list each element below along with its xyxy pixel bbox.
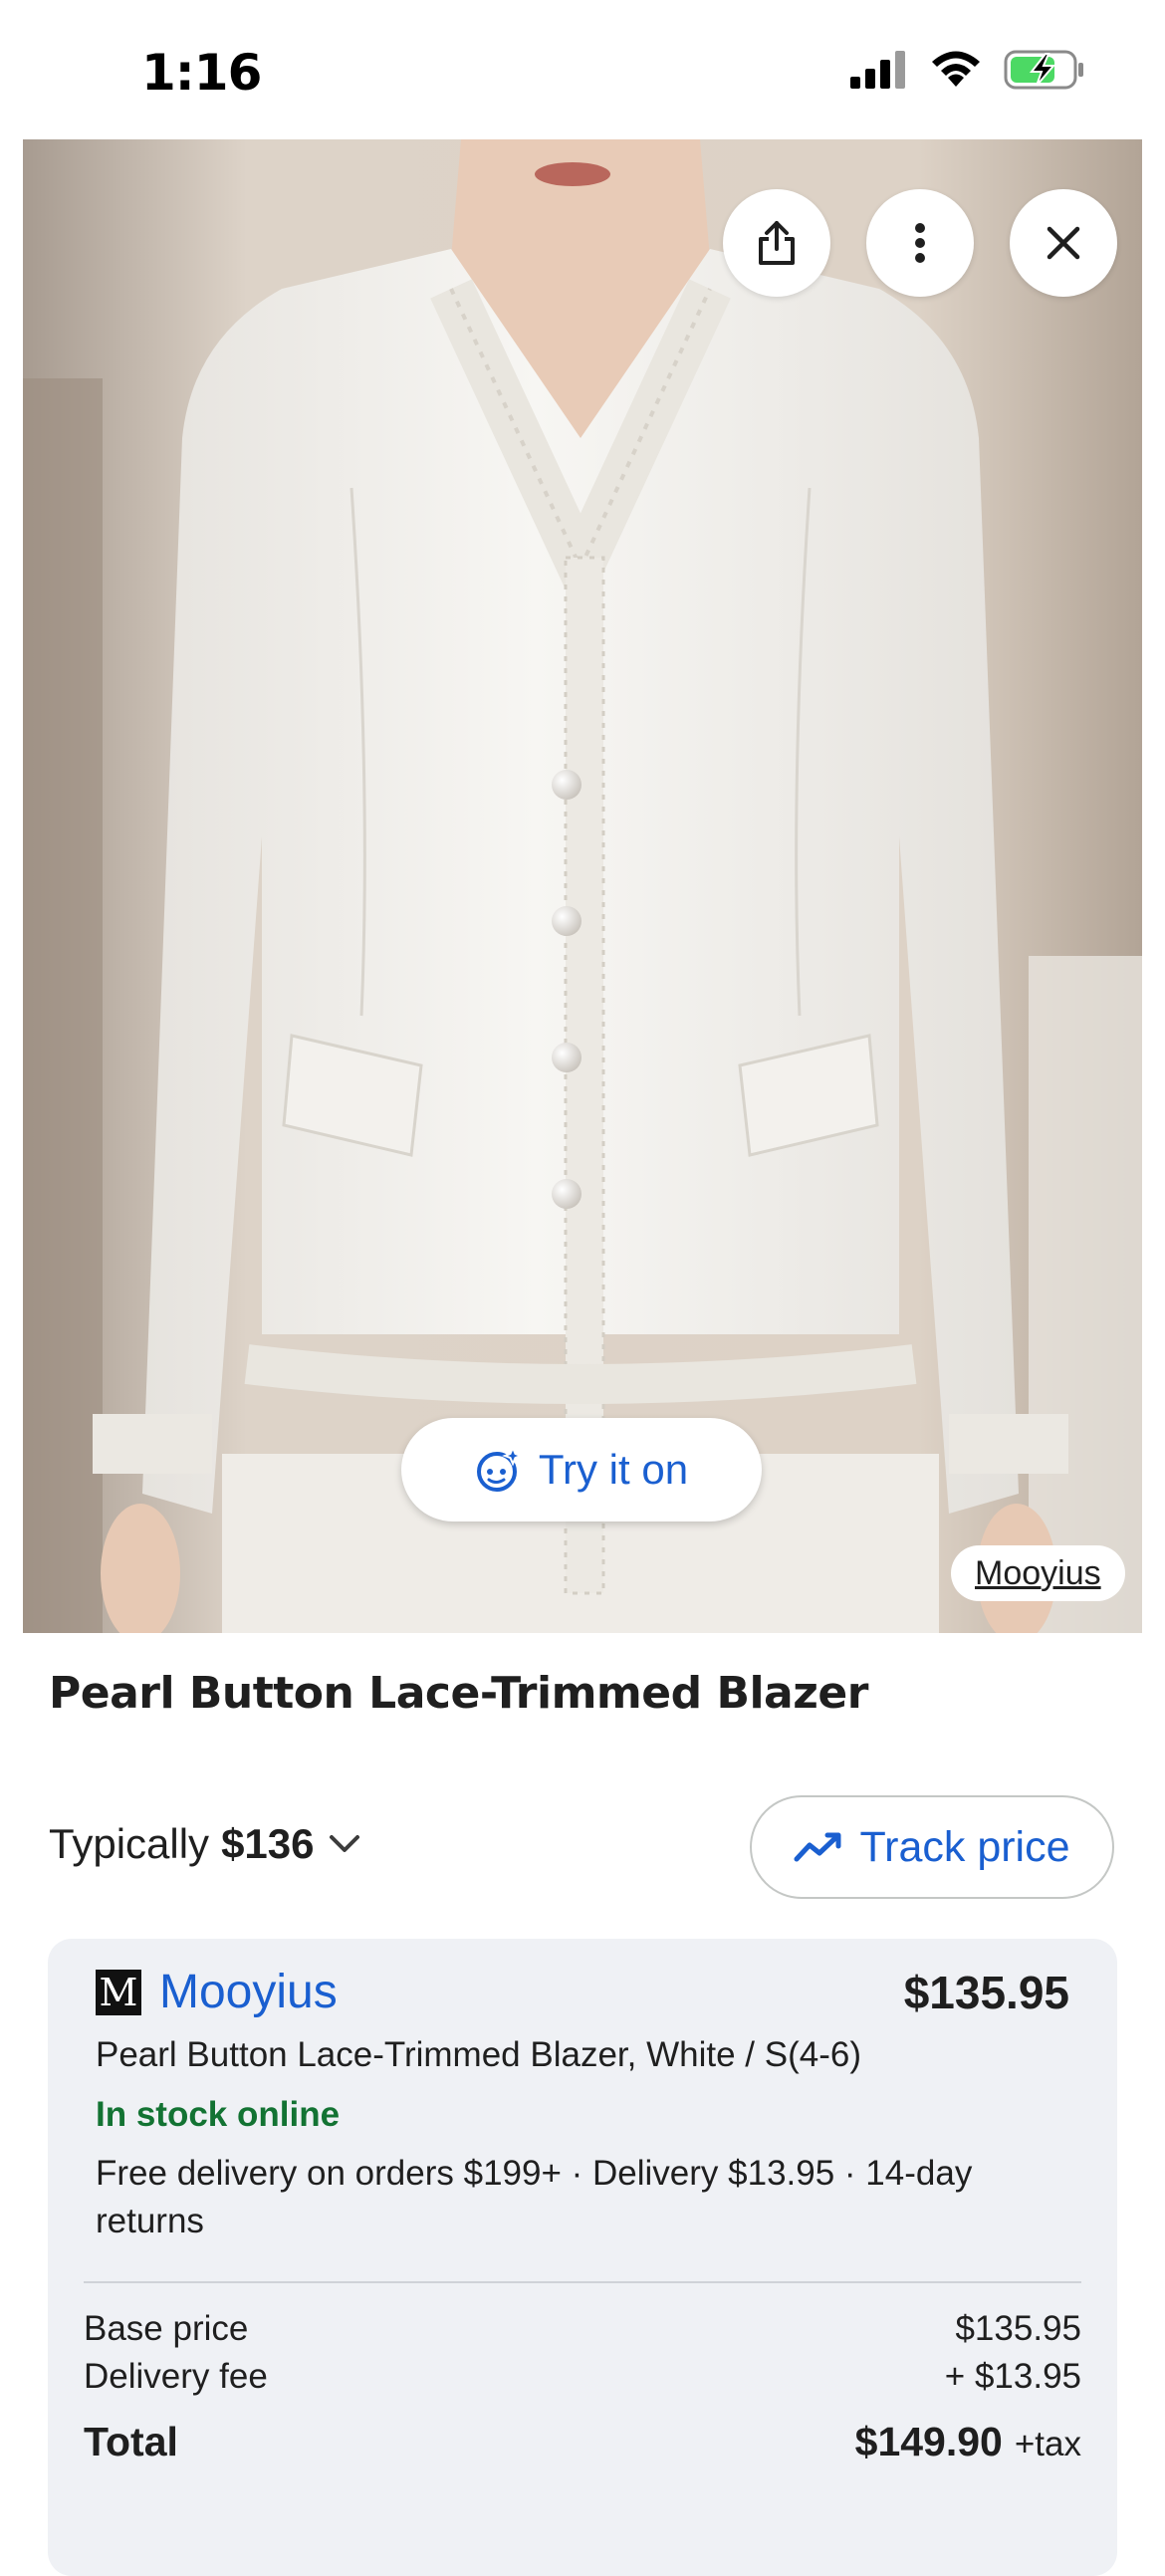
try-it-on-button[interactable]: Try it on xyxy=(401,1418,762,1522)
total-tax-suffix: +tax xyxy=(1014,2425,1081,2463)
trending-up-icon xyxy=(794,1832,841,1862)
close-button[interactable] xyxy=(1010,189,1117,297)
delivery-info: Free delivery on orders $199+ · Delivery… xyxy=(96,2154,973,2240)
more-vert-icon xyxy=(915,223,925,263)
typical-price-toggle[interactable]: Typically $136 xyxy=(49,1820,362,1868)
base-price-value: $135.95 xyxy=(955,2309,1081,2348)
battery-charging-icon xyxy=(1004,50,1083,90)
total-amount: $149.90 +tax xyxy=(855,2419,1081,2465)
try-on-sparkle-icon xyxy=(476,1446,523,1492)
share-button[interactable] xyxy=(723,189,830,297)
offer-card[interactable]: M Mooyius $135.95 Pearl Button Lace-Trim… xyxy=(48,1939,1117,2576)
base-price-label: Base price xyxy=(84,2309,249,2348)
product-title: Pearl Button Lace-Trimmed Blazer xyxy=(49,1668,868,1719)
base-price-row: Base price $135.95 xyxy=(84,2309,1081,2349)
delivery-fee-row: Delivery fee + $13.95 xyxy=(84,2357,1081,2397)
wifi-icon xyxy=(932,51,980,87)
product-photo xyxy=(23,139,1142,1633)
store-link[interactable]: M Mooyius xyxy=(96,1965,338,2019)
try-it-on-label: Try it on xyxy=(538,1446,689,1493)
status-bar: 1:16 xyxy=(0,0,1165,139)
store-name: Mooyius xyxy=(159,1966,338,2018)
status-icons xyxy=(850,50,1085,90)
chevron-down-icon xyxy=(329,1835,359,1852)
divider xyxy=(84,2281,1081,2283)
track-price-label: Track price xyxy=(859,1822,1070,1871)
image-source-link[interactable]: Mooyius xyxy=(951,1545,1125,1601)
total-label: Total xyxy=(84,2419,178,2464)
typically-label: Typically xyxy=(49,1820,210,1867)
variant-text: Pearl Button Lace-Trimmed Blazer, White … xyxy=(96,2035,861,2074)
stock-status: In stock online xyxy=(96,2095,341,2134)
image-source-label: Mooyius xyxy=(975,1553,1101,1592)
share-icon xyxy=(759,221,795,265)
track-price-button[interactable]: Track price xyxy=(750,1795,1114,1899)
total-row: Total $149.90 +tax xyxy=(84,2419,1081,2465)
total-value: $149.90 xyxy=(854,2419,1003,2464)
offer-price: $135.95 xyxy=(903,1966,1069,2018)
more-options-button[interactable] xyxy=(866,189,974,297)
product-image[interactable]: Try it on Mooyius xyxy=(23,139,1142,1633)
store-row: M Mooyius $135.95 xyxy=(96,1965,1069,2019)
typical-price-value: $136 xyxy=(221,1820,315,1867)
signal-icon xyxy=(850,51,905,89)
delivery-fee-label: Delivery fee xyxy=(84,2357,268,2396)
status-time: 1:16 xyxy=(141,44,262,102)
close-icon xyxy=(1047,226,1080,260)
store-logo: M xyxy=(96,1969,141,2015)
delivery-fee-value: + $13.95 xyxy=(944,2357,1081,2396)
